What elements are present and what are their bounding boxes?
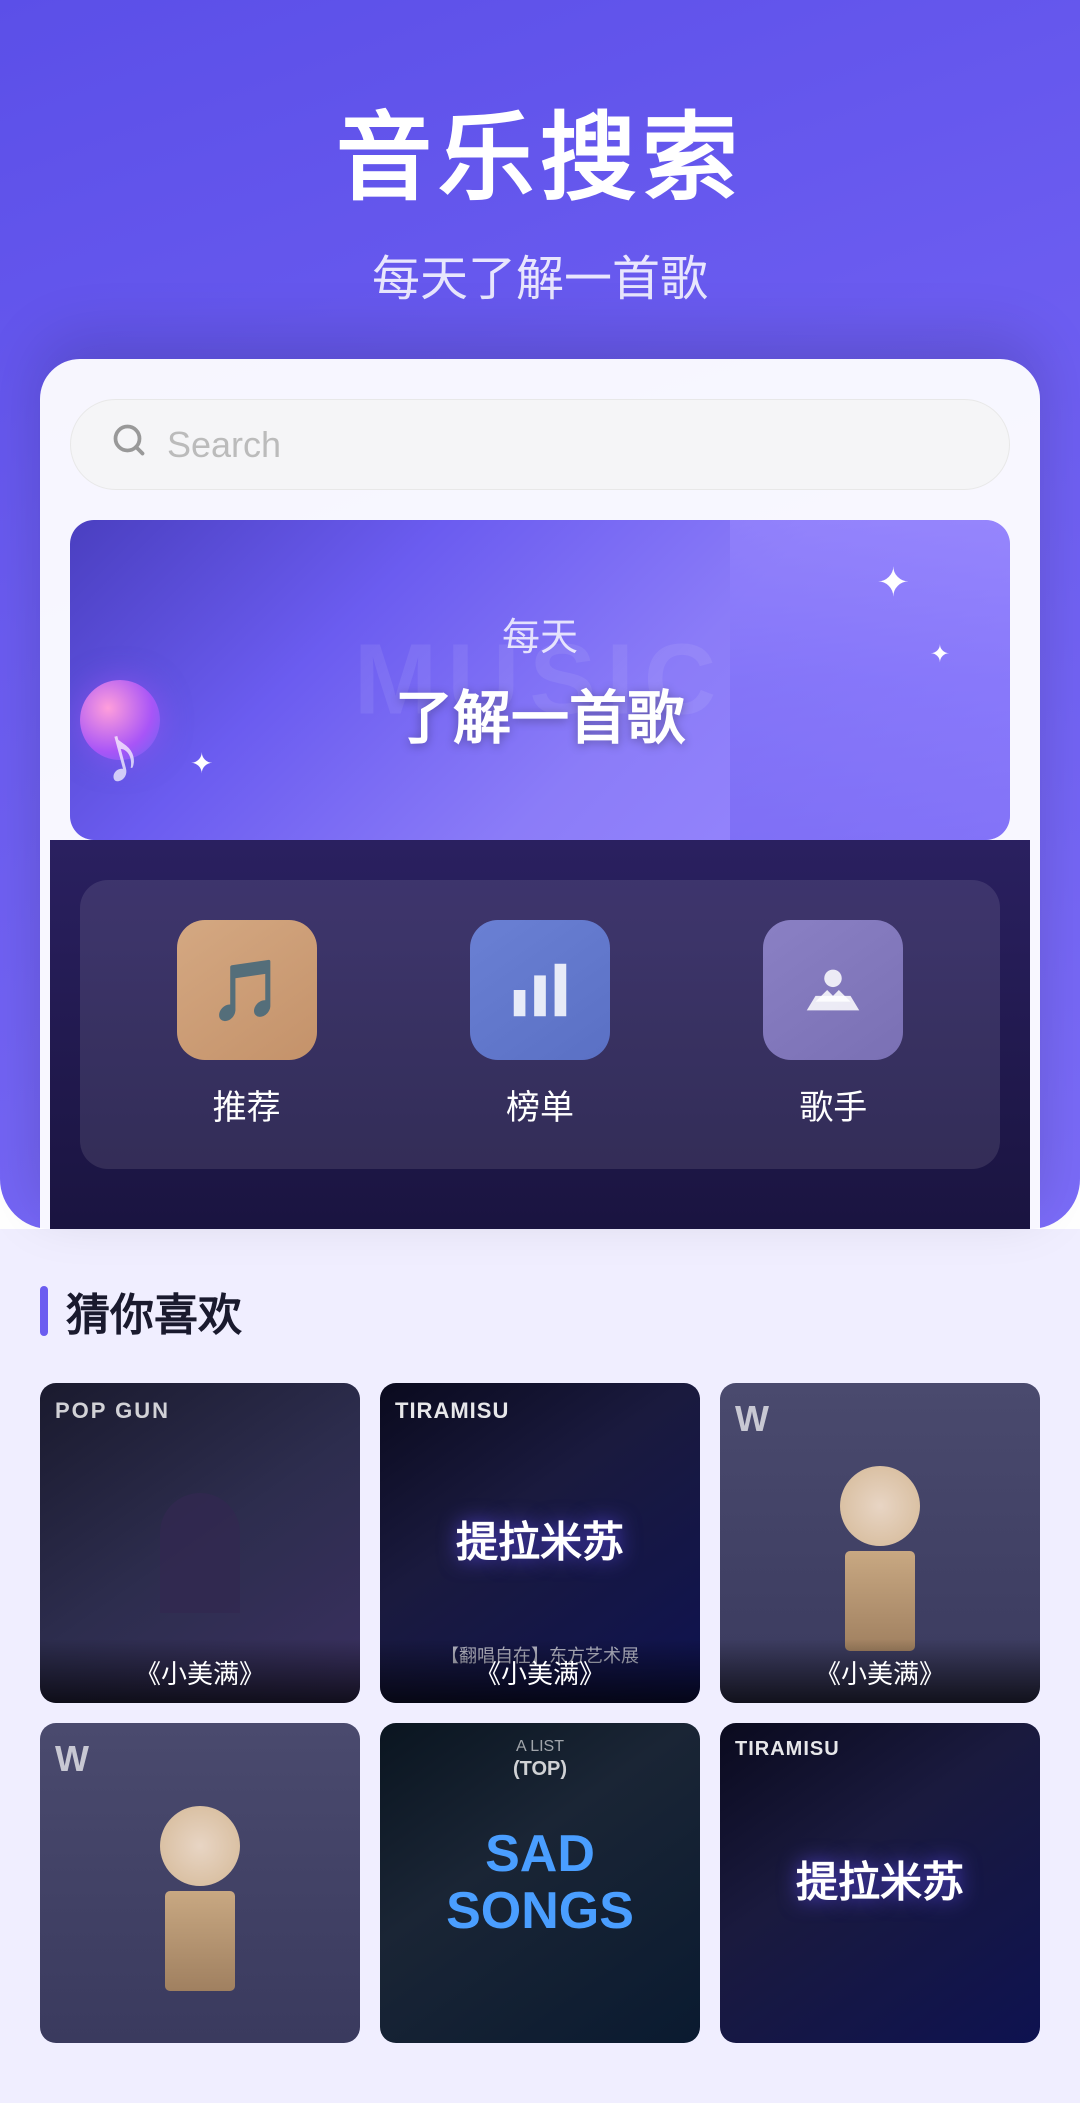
- dark-categories-section: 🎵 推荐 榜单: [50, 840, 1030, 1229]
- sparkle-icon-1: ✦: [876, 560, 910, 606]
- artists-icon: [763, 920, 903, 1060]
- charts-icon: [470, 920, 610, 1060]
- song-card-2[interactable]: 提拉米苏 【翻唱自在】东方艺术展 《小美满》: [380, 1383, 700, 1703]
- recommended-section: 猜你喜欢 《小美满》 提拉米苏 【翻唱自在】东方艺术展 《小美满》: [0, 1229, 1080, 2103]
- song-card-5[interactable]: A LIST (TOP) SADSONGS: [380, 1723, 700, 2043]
- section-title: 猜你喜欢: [66, 1279, 242, 1343]
- silhouette-figure: [160, 1493, 240, 1613]
- sad-songs-text: SADSONGS: [446, 1826, 634, 1940]
- top-badge: A LIST (TOP): [513, 1738, 567, 1781]
- sad-songs-title: SADSONGS: [446, 1826, 634, 1940]
- category-recommend[interactable]: 🎵 推荐: [177, 920, 317, 1129]
- songs-grid-row1: 《小美满》 提拉米苏 【翻唱自在】东方艺术展 《小美满》: [40, 1383, 1040, 1703]
- app-subtitle: 每天了解一首歌: [60, 239, 1020, 309]
- tiramisu2-chinese-text: 提拉米苏: [796, 1856, 964, 1911]
- song-card-img-6: 提拉米苏: [720, 1723, 1040, 2043]
- song-card-overlay-2: 《小美满》: [380, 1639, 700, 1703]
- phone-card: Search MUSIC ♪ ✦ ✦ ✦ 每天 了解一首歌 🎵: [40, 359, 1040, 1229]
- section-header: 猜你喜欢: [40, 1279, 1040, 1343]
- recommend-icon: 🎵: [177, 920, 317, 1060]
- song-title-2: 《小美满》: [392, 1654, 688, 1691]
- song-card-img-5: A LIST (TOP) SADSONGS: [380, 1723, 700, 2043]
- song-card-overlay-1: 《小美满》: [40, 1639, 360, 1703]
- song-card-1[interactable]: 《小美满》: [40, 1383, 360, 1703]
- banner-main-text: 了解一首歌: [395, 671, 685, 755]
- search-bar[interactable]: Search: [70, 399, 1010, 490]
- girl-figure-2: [40, 1723, 360, 2043]
- banner-small-text: 每天: [395, 606, 685, 661]
- song-card-overlay-3: 《小美满》: [720, 1639, 1040, 1703]
- song-title-1: 《小美满》: [52, 1654, 348, 1691]
- sparkle-icon-2: ✦: [930, 640, 950, 669]
- categories-grid: 🎵 推荐 榜单: [80, 880, 1000, 1169]
- song-card-img-4: [40, 1723, 360, 2043]
- recommend-label: 推荐: [213, 1080, 281, 1129]
- song-card-4[interactable]: [40, 1723, 360, 2043]
- category-artists[interactable]: 歌手: [763, 920, 903, 1129]
- list-label: A LIST: [516, 1738, 564, 1756]
- top-label: (TOP): [513, 1758, 567, 1781]
- songs-grid-row2: A LIST (TOP) SADSONGS 提拉米苏: [40, 1723, 1040, 2043]
- song-title-3: 《小美满》: [732, 1654, 1028, 1691]
- hero-section: 音乐搜索 每天了解一首歌 Search MUSIC ♪ ✦ ✦ ✦ 每天: [0, 0, 1080, 1229]
- app-title: 音乐搜索: [60, 80, 1020, 219]
- section-bar-accent: [40, 1286, 48, 1336]
- category-charts[interactable]: 榜单: [470, 920, 610, 1129]
- banner-decoration: [730, 520, 1010, 840]
- artists-label: 歌手: [799, 1080, 867, 1129]
- banner-area: MUSIC ♪ ✦ ✦ ✦ 每天 了解一首歌: [70, 520, 1010, 840]
- tiramisu-chinese-text: 提拉米苏: [456, 1516, 624, 1571]
- search-placeholder-text: Search: [167, 424, 281, 466]
- song-card-6[interactable]: 提拉米苏: [720, 1723, 1040, 2043]
- sparkle-icon-3: ✦: [190, 747, 213, 780]
- song-card-3[interactable]: 《小美满》: [720, 1383, 1040, 1703]
- banner-content: 每天 了解一首歌: [395, 606, 685, 755]
- charts-label: 榜单: [506, 1080, 574, 1129]
- search-icon: [111, 422, 147, 467]
